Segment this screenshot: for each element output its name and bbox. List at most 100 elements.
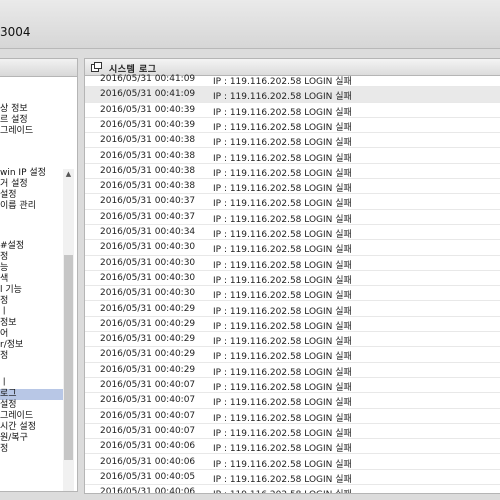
- menu-item[interactable]: ㅣ: [0, 378, 63, 389]
- log-message: IP : 119.116.202.58 LOGIN 실패: [213, 444, 352, 455]
- log-row[interactable]: 2016/05/31 00:40:29 IP : 119.116.202.58 L…: [85, 302, 500, 317]
- scroll-up-arrow-icon[interactable]: ▲: [63, 169, 74, 180]
- menu-item[interactable]: r/정보: [0, 340, 63, 351]
- log-message: IP : 119.116.202.58 LOGIN 실패: [213, 230, 352, 240]
- log-row[interactable]: 2016/05/31 00:40:30 IP : 119.116.202.58 L…: [85, 286, 500, 302]
- log-message: IP : 119.116.202.58 LOGIN 실패: [213, 413, 352, 424]
- log-row[interactable]: 2016/05/31 00:40:29 IP : 119.116.202.58 L…: [85, 317, 500, 333]
- menu-item[interactable]: 르 설정: [0, 115, 63, 126]
- log-timestamp: 2016/05/31 00:40:38: [100, 150, 196, 161]
- menu-item[interactable]: 정: [0, 296, 63, 307]
- menu-item[interactable]: 정: [0, 252, 63, 263]
- log-row[interactable]: 2016/05/31 00:40:38 IP : 119.116.202.58 L…: [85, 149, 500, 164]
- menu-item[interactable]: 이름 관리: [0, 201, 63, 212]
- log-message: IP : 119.116.202.58 LOGIN 실패: [213, 291, 352, 302]
- menu-item[interactable]: 그레이드: [0, 126, 63, 137]
- log-message: IP : 119.116.202.58 LOGIN 실패: [213, 275, 352, 286]
- menu-item[interactable]: 정보: [0, 318, 63, 329]
- log-message: IP : 119.116.202.58 LOGIN 실패: [213, 184, 352, 195]
- log-message: IP : 119.116.202.58 LOGIN 실패: [213, 77, 352, 87]
- log-timestamp: 2016/05/31 00:40:30: [100, 288, 196, 299]
- menu-scrollbar[interactable]: ▲ ▼: [63, 169, 74, 491]
- menu-item[interactable]: 상 정보: [0, 104, 63, 115]
- log-row[interactable]: 2016/05/31 00:40:30 IP : 119.116.202.58 L…: [85, 256, 500, 271]
- log-timestamp: 2016/05/31 00:40:38: [100, 135, 196, 146]
- log-timestamp: 2016/05/31 00:40:07: [100, 395, 196, 406]
- menu-item[interactable]: 설정: [0, 400, 63, 411]
- log-message: IP : 119.116.202.58 LOGIN 실패: [213, 214, 352, 225]
- log-row[interactable]: 2016/05/31 00:40:37 IP : 119.116.202.58 L…: [85, 210, 500, 225]
- log-row[interactable]: 2016/05/31 00:40:38 IP : 119.116.202.58 L…: [85, 164, 500, 180]
- log-timestamp: 2016/05/31 00:40:05: [100, 471, 196, 482]
- log-row[interactable]: 2016/05/31 00:40:30 IP : 119.116.202.58 L…: [85, 240, 500, 256]
- menu-item[interactable]: 어: [0, 329, 63, 340]
- log-timestamp: 2016/05/31 00:40:29: [100, 334, 196, 345]
- log-row[interactable]: 2016/05/31 00:40:06 IP : 119.116.202.58 L…: [85, 439, 500, 455]
- menu-item[interactable]: 거 설정: [0, 179, 63, 190]
- log-timestamp: 2016/05/31 00:40:29: [100, 349, 196, 360]
- log-message: IP : 119.116.202.58 LOGIN 실패: [213, 153, 352, 164]
- log-message: IP : 119.116.202.58 LOGIN 실패: [213, 383, 352, 393]
- log-row[interactable]: 2016/05/31 00:41:09 IP : 119.116.202.58 L…: [85, 87, 500, 103]
- menu-item[interactable]: 시간 설정: [0, 422, 63, 433]
- top-header: 3004: [0, 0, 500, 49]
- log-message: IP : 119.116.202.58 LOGIN 실패: [213, 199, 352, 210]
- log-timestamp: 2016/05/31 00:40:07: [100, 380, 196, 390]
- menu-item[interactable]: l 기능: [0, 285, 63, 296]
- settings-menu-panel: 상 정보 르 설정 그레이드 win IP 설정 거 설정 설정 이름 관리 #설정 정 능 색 l …: [0, 58, 78, 492]
- log-timestamp: 2016/05/31 00:40:39: [100, 119, 196, 130]
- log-row[interactable]: 2016/05/31 00:40:05 IP : 119.116.202.58 L…: [85, 470, 500, 486]
- log-message: IP : 119.116.202.58 LOGIN 실패: [213, 367, 352, 378]
- log-timestamp: 2016/05/31 00:40:29: [100, 318, 196, 329]
- log-row[interactable]: 2016/05/31 00:40:06 IP : 119.116.202.58 L…: [85, 455, 500, 470]
- log-row[interactable]: 2016/05/31 00:40:29 IP : 119.116.202.58 L…: [85, 347, 500, 363]
- log-row[interactable]: 2016/05/31 00:40:07 IP : 119.116.202.58 L…: [85, 424, 500, 440]
- scrollbar-thumb[interactable]: [64, 255, 73, 460]
- log-row[interactable]: 2016/05/31 00:40:38 IP : 119.116.202.58 L…: [85, 179, 500, 195]
- menu-item[interactable]: 정: [0, 351, 63, 362]
- log-row[interactable]: 2016/05/31 00:40:38 IP : 119.116.202.58 L…: [85, 133, 500, 149]
- log-timestamp: 2016/05/31 00:40:37: [100, 211, 196, 222]
- menu-item[interactable]: ㅣ: [0, 307, 63, 318]
- log-message: IP : 119.116.202.58 LOGIN 실패: [213, 474, 352, 485]
- log-timestamp: 2016/05/31 00:40:07: [100, 410, 196, 421]
- system-log-panel: 시스템 로그 2016/05/31 00:41:09 IP : 119.116.2…: [84, 58, 500, 494]
- log-message: IP : 119.116.202.58 LOGIN 실패: [213, 487, 352, 493]
- log-message: IP : 119.116.202.58 LOGIN 실패: [213, 260, 352, 271]
- log-message: IP : 119.116.202.58 LOGIN 실패: [213, 321, 352, 332]
- log-timestamp: 2016/05/31 00:40:07: [100, 425, 196, 436]
- log-row[interactable]: 2016/05/31 00:40:29 IP : 119.116.202.58 L…: [85, 363, 500, 378]
- log-row[interactable]: 2016/05/31 00:40:06 IP : 119.116.202.58 L…: [85, 485, 500, 493]
- log-message: IP : 119.116.202.58 LOGIN 실패: [213, 337, 352, 348]
- menu-item[interactable]: 색: [0, 274, 63, 285]
- log-row[interactable]: 2016/05/31 00:40:07 IP : 119.116.202.58 L…: [85, 409, 500, 424]
- menu-item[interactable]: 능: [0, 263, 63, 274]
- log-message: IP : 119.116.202.58 LOGIN 실패: [213, 92, 352, 103]
- log-message: IP : 119.116.202.58 LOGIN 실패: [213, 138, 352, 149]
- log-row[interactable]: 2016/05/31 00:40:39 IP : 119.116.202.58 L…: [85, 118, 500, 134]
- menu-item[interactable]: 원/복구: [0, 433, 63, 444]
- log-row[interactable]: 2016/05/31 00:40:37 IP : 119.116.202.58 L…: [85, 194, 500, 210]
- log-message: IP : 119.116.202.58 LOGIN 실패: [213, 306, 352, 317]
- log-message: IP : 119.116.202.58 LOGIN 실패: [213, 428, 352, 439]
- window-restore-icon: [91, 62, 102, 72]
- log-row[interactable]: 2016/05/31 00:40:07 IP : 119.116.202.58 L…: [85, 378, 500, 394]
- log-row[interactable]: 2016/05/31 00:40:30 IP : 119.116.202.58 L…: [85, 271, 500, 287]
- menu-item[interactable]: win IP 설정: [0, 168, 63, 179]
- menu-item[interactable]: 그레이드: [0, 411, 63, 422]
- log-row[interactable]: 2016/05/31 00:40:34 IP : 119.116.202.58 L…: [85, 225, 500, 241]
- log-message: IP : 119.116.202.58 LOGIN 실패: [213, 398, 352, 409]
- menu-item[interactable]: 정: [0, 444, 63, 455]
- log-timestamp: 2016/05/31 00:40:39: [100, 104, 196, 115]
- log-row[interactable]: 2016/05/31 00:40:39 IP : 119.116.202.58 L…: [85, 103, 500, 118]
- log-row[interactable]: 2016/05/31 00:40:29 IP : 119.116.202.58 L…: [85, 332, 500, 348]
- menu-item[interactable]: #설정: [0, 241, 63, 252]
- menu-item[interactable]: 설정: [0, 190, 63, 201]
- menu-item[interactable]: 로그: [0, 389, 63, 400]
- log-row[interactable]: 2016/05/31 00:41:09 IP : 119.116.202.58 L…: [85, 72, 500, 88]
- log-row[interactable]: 2016/05/31 00:40:07 IP : 119.116.202.58 L…: [85, 393, 500, 409]
- device-model-label: 3004: [0, 25, 31, 39]
- log-timestamp: 2016/05/31 00:40:38: [100, 165, 196, 176]
- log-timestamp: 2016/05/31 00:41:09: [100, 74, 196, 84]
- log-timestamp: 2016/05/31 00:40:30: [100, 242, 196, 253]
